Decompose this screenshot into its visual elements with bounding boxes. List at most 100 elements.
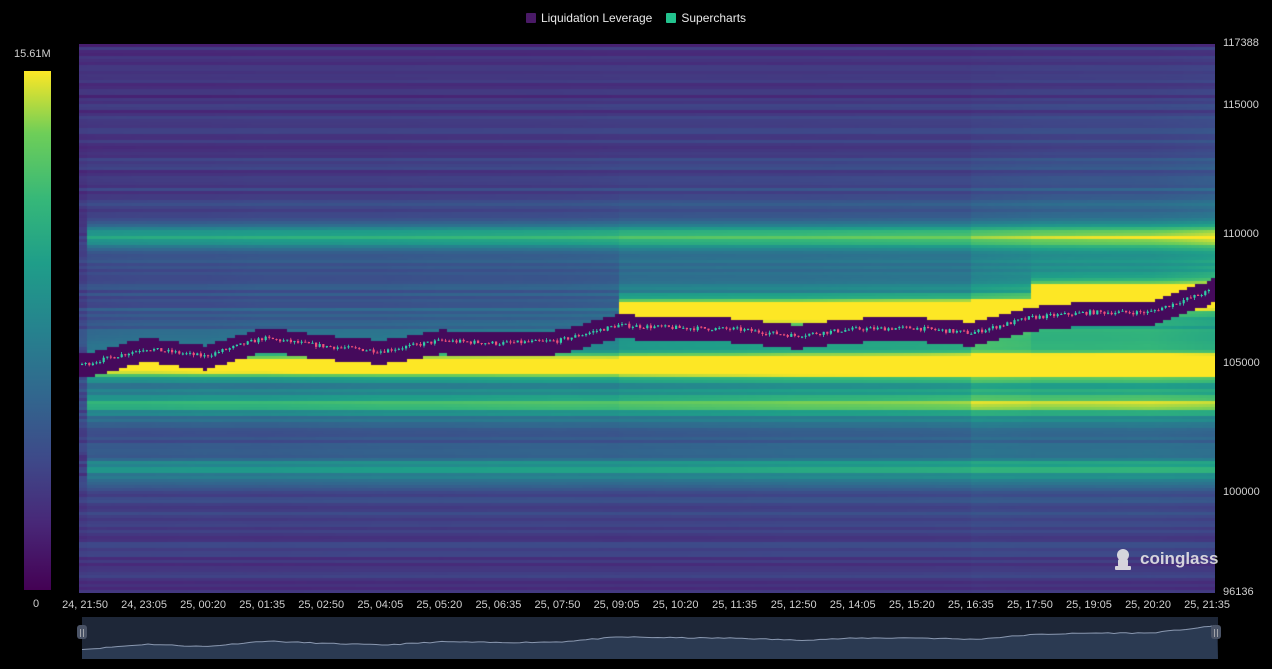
candle-body <box>1132 312 1135 315</box>
candle-body <box>559 338 562 343</box>
candle-body <box>390 349 393 351</box>
candle-body <box>271 337 274 340</box>
candle-body <box>1143 312 1146 314</box>
candle-body <box>361 348 364 352</box>
x-tick-label: 25, 21:35 <box>1184 599 1230 611</box>
x-tick-label: 25, 00:20 <box>180 599 227 611</box>
candle-body <box>1200 295 1203 297</box>
candle-body <box>401 348 404 350</box>
y-tick-label: 115000 <box>1223 98 1259 111</box>
candle-body <box>498 344 501 346</box>
candle-body <box>700 326 703 328</box>
candle-body <box>1189 297 1192 299</box>
candle-body <box>142 350 145 352</box>
candle-body <box>419 344 422 346</box>
candle-body <box>1074 312 1077 316</box>
candle-body <box>333 346 336 349</box>
candle-body <box>225 349 228 351</box>
candle-body <box>732 327 735 330</box>
candle-body <box>174 351 177 353</box>
candle-body <box>149 350 152 352</box>
x-tick-label: 25, 01:35 <box>239 599 286 611</box>
legend-item-liquidation-leverage[interactable]: Liquidation Leverage <box>525 11 653 25</box>
candle-body <box>1099 310 1102 312</box>
legend-item-supercharts[interactable]: Supercharts <box>666 11 746 25</box>
y-tick-label: 105000 <box>1223 357 1260 370</box>
candle-body <box>693 328 696 331</box>
candle-body <box>671 326 674 329</box>
colorbar[interactable] <box>24 71 51 590</box>
candle-body <box>1038 315 1041 319</box>
candle-body <box>822 331 825 335</box>
x-tick-label: 24, 21:50 <box>62 599 108 611</box>
candle-body <box>696 326 699 331</box>
candle-body <box>847 329 850 331</box>
candle-body <box>441 339 444 341</box>
candle-body <box>901 326 904 328</box>
candle-body <box>916 327 919 330</box>
candle-body <box>84 362 87 364</box>
candle-body <box>898 327 901 329</box>
candle-body <box>484 343 487 345</box>
candle-body <box>937 329 940 331</box>
candle-body <box>948 329 951 333</box>
candle-body <box>912 328 915 330</box>
candle-body <box>257 338 260 343</box>
candle-body <box>487 343 490 345</box>
candle-body <box>1027 316 1030 320</box>
candle-body <box>199 353 202 357</box>
heatmap-plot-area[interactable] <box>79 44 1215 593</box>
candle-body <box>369 349 372 351</box>
x-tick-label: 25, 07:50 <box>534 599 581 611</box>
candle-body <box>1063 312 1066 315</box>
candle-body <box>221 349 224 353</box>
candle-body <box>88 362 91 366</box>
candle-body <box>837 329 840 333</box>
candle-body <box>833 329 836 331</box>
candle-body <box>304 341 307 343</box>
chart-legend: Liquidation Leverage Supercharts <box>0 11 1272 25</box>
candle-body <box>1056 314 1059 317</box>
candle-body <box>588 332 591 335</box>
candle-body <box>919 327 922 331</box>
candle-body <box>1103 311 1106 314</box>
candle-body <box>1157 310 1160 312</box>
candle-body <box>1207 289 1210 292</box>
candle-body <box>358 347 361 349</box>
candle-body <box>649 325 652 329</box>
candle-body <box>1117 311 1120 313</box>
time-navigator[interactable]: || || <box>77 617 1221 659</box>
candle-body <box>840 331 843 333</box>
candle-body <box>127 353 130 356</box>
candle-body <box>826 331 829 334</box>
navigator-left-handle[interactable]: || <box>77 625 87 639</box>
candle-body <box>311 342 314 344</box>
candle-body <box>538 339 541 341</box>
candle-body <box>1024 318 1027 320</box>
candle-body <box>185 353 188 355</box>
candle-body <box>131 352 134 354</box>
candle-body <box>217 352 220 354</box>
legend-label-supercharts: Supercharts <box>681 11 747 25</box>
candle-body <box>1186 297 1189 301</box>
candle-body <box>851 327 854 330</box>
candle-body <box>275 339 278 341</box>
candle-body <box>725 327 728 329</box>
candle-body <box>469 341 472 344</box>
candle-body <box>613 326 616 328</box>
candle-body <box>563 337 566 339</box>
legend-swatch-supercharts <box>666 13 677 23</box>
candle-body <box>664 325 667 327</box>
candle-body <box>336 347 339 349</box>
candle-body <box>160 348 163 352</box>
navigator-right-handle[interactable]: || <box>1211 625 1221 639</box>
candle-body <box>109 356 112 358</box>
candle-body <box>660 325 663 327</box>
candle-body <box>509 341 512 343</box>
candle-body <box>783 334 786 336</box>
candle-body <box>365 350 368 352</box>
candle-body <box>646 325 649 329</box>
candle-body <box>117 357 120 359</box>
legend-label-liquidation-leverage: Liquidation Leverage <box>540 11 653 25</box>
candle-body <box>621 324 624 326</box>
